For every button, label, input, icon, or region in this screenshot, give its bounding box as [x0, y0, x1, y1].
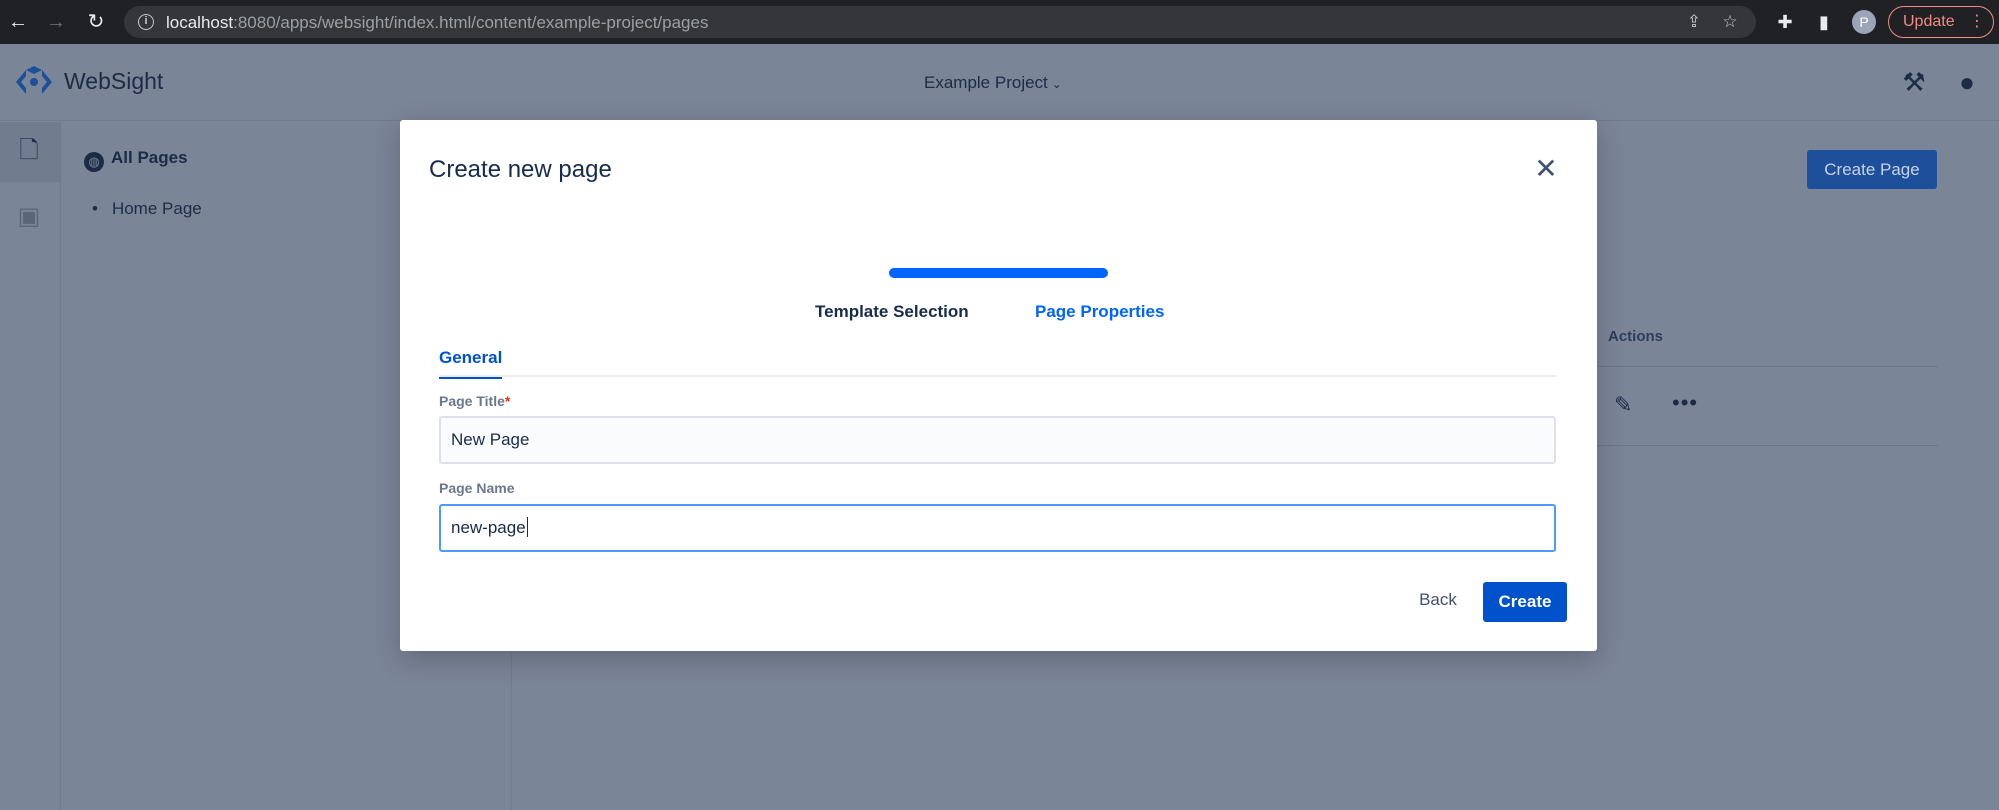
create-page-button[interactable]: Create Page: [1807, 150, 1937, 189]
project-selector[interactable]: Example Project ⌄: [924, 73, 1062, 93]
forward-arrow-icon[interactable]: →: [44, 10, 68, 34]
address-bar[interactable]: i localhost:8080/apps/websight/index.htm…: [124, 6, 1756, 38]
chevron-down-icon: ⌄: [1051, 77, 1062, 91]
text-caret: [526, 517, 528, 537]
wizard-progress-bar: [889, 268, 1108, 278]
all-pages-heading[interactable]: ◍ All Pages: [84, 148, 188, 172]
page-name-label: Page Name: [439, 480, 515, 496]
tab-divider: [439, 375, 1556, 377]
image-icon: ▣: [17, 203, 41, 230]
tree-item-home-page[interactable]: • Home Page: [92, 199, 202, 219]
websight-logo-icon: [16, 66, 52, 94]
extensions-puzzle-icon[interactable]: ✚: [1774, 11, 1796, 33]
wizard-progress-fill: [889, 268, 1108, 278]
table-divider: [1596, 445, 1938, 446]
back-arrow-icon[interactable]: ←: [6, 10, 30, 34]
create-button[interactable]: Create: [1483, 582, 1567, 622]
globe-icon: ◍: [84, 152, 104, 172]
table-divider: [1596, 366, 1938, 367]
profile-avatar[interactable]: P: [1852, 10, 1876, 34]
close-icon[interactable]: ✕: [1531, 154, 1561, 184]
page-title-label: Page Title*: [439, 393, 511, 409]
rail-item-pages[interactable]: 🗋: [0, 122, 60, 182]
share-icon[interactable]: ⇪: [1684, 12, 1704, 32]
tools-icon[interactable]: ⚒: [1899, 67, 1929, 97]
user-account-icon[interactable]: ●: [1952, 67, 1982, 97]
rail-item-assets[interactable]: ▣: [0, 188, 60, 248]
create-page-dialog: Create new page ✕ Template Selection Pag…: [400, 120, 1597, 651]
app-header: WebSight Example Project ⌄ ⚒ ●: [0, 44, 1999, 121]
update-button[interactable]: Update ⋮: [1888, 6, 1994, 38]
more-vertical-icon: ⋮: [1969, 13, 1985, 30]
brand-name[interactable]: WebSight: [64, 68, 163, 95]
step-template-selection: Template Selection: [815, 302, 969, 321]
back-button[interactable]: Back: [1408, 580, 1468, 620]
site-info-icon[interactable]: i: [138, 14, 154, 30]
page-document-icon: 🗋: [19, 137, 39, 164]
left-rail: 🗋 ▣: [0, 122, 61, 810]
url-text[interactable]: localhost:8080/apps/websight/index.html/…: [166, 13, 708, 33]
bullet-icon: •: [92, 199, 98, 218]
bookmark-star-icon[interactable]: ☆: [1720, 12, 1740, 32]
step-page-properties: Page Properties: [1035, 302, 1165, 321]
actions-column-header: Actions: [1608, 328, 1664, 345]
edit-pencil-icon[interactable]: ✎: [1614, 392, 1632, 418]
page-name-input[interactable]: new-page: [439, 504, 1556, 552]
side-panel-icon[interactable]: ▮: [1813, 11, 1835, 33]
reload-icon[interactable]: ↻: [84, 10, 108, 34]
more-horizontal-icon[interactable]: •••: [1672, 390, 1698, 416]
dialog-title: Create new page: [429, 156, 612, 183]
browser-toolbar: ← → ↻ i localhost:8080/apps/websight/ind…: [0, 0, 1999, 44]
page-title-input[interactable]: New Page: [439, 416, 1556, 464]
